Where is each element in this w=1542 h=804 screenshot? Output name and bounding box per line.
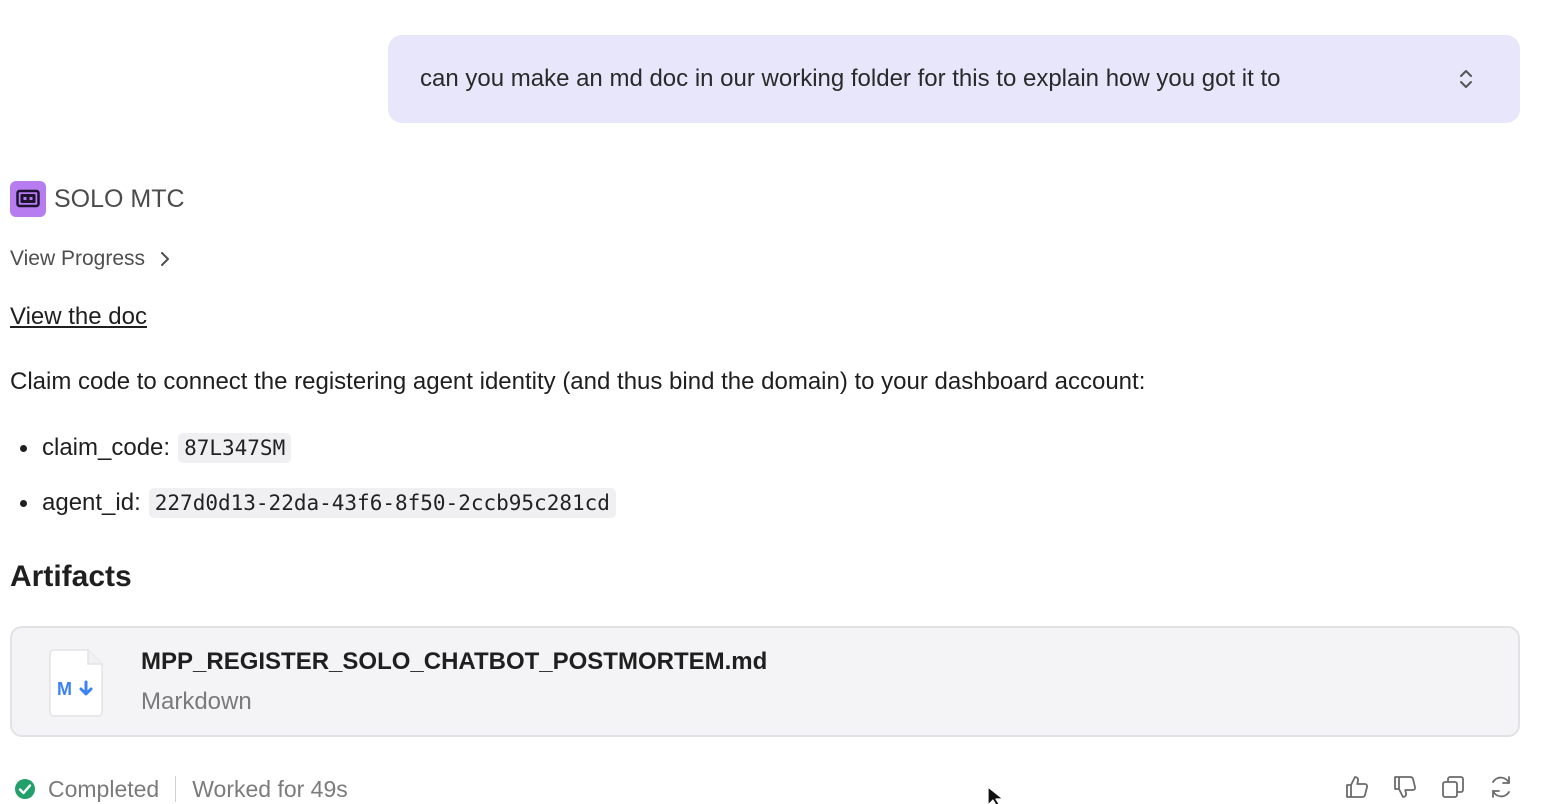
artifacts-heading: Artifacts	[10, 560, 132, 593]
bullet-dot	[20, 444, 27, 452]
claim-code-value: 87L347SM	[178, 433, 292, 463]
expand-chevrons-icon[interactable]	[1454, 67, 1478, 91]
view-progress-button[interactable]: View Progress	[10, 244, 171, 274]
response-actions	[1344, 774, 1514, 800]
claim-paragraph: Claim code to connect the registering ag…	[10, 368, 1146, 395]
chat-page: can you make an md doc in our working fo…	[0, 0, 1542, 804]
assistant-name: SOLO MTC	[54, 184, 185, 213]
user-message-bubble: can you make an md doc in our working fo…	[388, 35, 1520, 123]
worked-duration: Worked for 49s	[192, 775, 348, 802]
mouse-cursor-icon	[987, 786, 1004, 804]
bullet-dot	[20, 499, 27, 507]
regenerate-icon[interactable]	[1488, 774, 1514, 800]
markdown-file-icon: M	[49, 649, 103, 717]
bot-avatar-icon	[10, 181, 46, 217]
thumbs-down-icon[interactable]	[1392, 774, 1418, 800]
artifact-file-name: MPP_REGISTER_SOLO_CHATBOT_POSTMORTEM.md	[141, 648, 768, 675]
bullet-label: claim_code:	[42, 434, 171, 461]
view-doc-link[interactable]: View the doc	[10, 303, 147, 331]
copy-icon[interactable]	[1440, 774, 1466, 800]
chevron-right-icon	[161, 252, 170, 266]
list-item: claim_code: 87L347SM	[10, 428, 616, 468]
svg-text:M: M	[57, 679, 72, 699]
thumbs-up-icon[interactable]	[1344, 774, 1370, 800]
assistant-header: SOLO MTC	[10, 181, 185, 217]
artifact-file-type: Markdown	[141, 688, 252, 715]
status-text: Completed	[48, 775, 160, 802]
agent-id-value: 227d0d13-22da-43f6-8f50-2ccb95c281cd	[148, 488, 616, 518]
claim-details-list: claim_code: 87L347SM agent_id: 227d0d13-…	[10, 428, 616, 538]
check-circle-icon	[15, 779, 35, 799]
user-message-text: can you make an md doc in our working fo…	[420, 65, 1281, 92]
list-item: agent_id: 227d0d13-22da-43f6-8f50-2ccb95…	[10, 483, 616, 523]
divider	[175, 776, 177, 802]
response-footer: Completed Worked for 49s	[14, 773, 348, 804]
view-progress-label: View Progress	[10, 247, 146, 270]
artifact-card[interactable]: M MPP_REGISTER_SOLO_CHATBOT_POSTMORTEM.m…	[10, 626, 1520, 737]
bullet-label: agent_id:	[42, 489, 141, 516]
